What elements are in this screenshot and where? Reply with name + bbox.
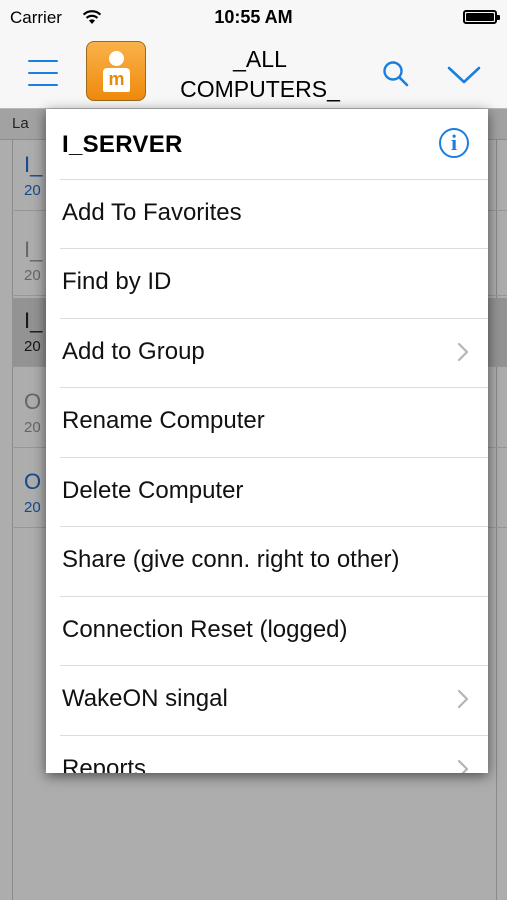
navigation-bar: m _ALL COMPUTERS_ <box>0 36 507 109</box>
divider <box>60 596 488 597</box>
chevron-right-icon <box>457 759 469 773</box>
status-bar: Carrier 10:55 AM <box>0 0 507 36</box>
info-icon[interactable]: i <box>439 128 469 158</box>
menu-item-label: Reports <box>62 755 147 773</box>
menu-item-share[interactable]: Share (give conn. right to other) <box>46 526 488 595</box>
divider <box>60 318 488 319</box>
menu-item-rename-computer[interactable]: Rename Computer <box>46 387 488 456</box>
menu-icon[interactable] <box>28 60 58 86</box>
divider <box>60 179 488 180</box>
menu-item-label: Add to Group <box>62 338 205 365</box>
page-title: _ALL COMPUTERS_ <box>180 46 340 102</box>
divider <box>60 248 488 249</box>
menu-item-add-to-group[interactable]: Add to Group <box>46 318 488 387</box>
divider <box>60 457 488 458</box>
menu-item-wakeon-signal[interactable]: WakeON singal <box>46 665 488 734</box>
chevron-right-icon <box>457 342 469 362</box>
menu-item-find-by-id[interactable]: Find by ID <box>46 248 488 317</box>
divider <box>60 665 488 666</box>
divider <box>60 526 488 527</box>
menu-item-label: Share (give conn. right to other) <box>62 546 400 573</box>
menu-item-label: Add To Favorites <box>62 199 242 226</box>
menu-item-reports[interactable]: Reports <box>46 735 488 773</box>
search-icon[interactable] <box>382 60 410 88</box>
menu-item-label: Connection Reset (logged) <box>62 616 348 643</box>
menu-item-add-to-favorites[interactable]: Add To Favorites <box>46 179 488 248</box>
menu-item-label: Rename Computer <box>62 407 265 434</box>
menu-item-label: WakeON singal <box>62 685 228 712</box>
menu-item-label: Delete Computer <box>62 477 244 504</box>
computer-actions-menu: I_SERVER i Add To Favorites Find by ID A… <box>46 109 488 773</box>
divider <box>60 735 488 736</box>
menu-item-delete-computer[interactable]: Delete Computer <box>46 457 488 526</box>
chevron-right-icon <box>457 689 469 709</box>
battery-icon <box>463 10 500 24</box>
menu-header: I_SERVER i <box>46 109 488 179</box>
app-logo-icon[interactable]: m <box>86 41 146 101</box>
menu-item-connection-reset[interactable]: Connection Reset (logged) <box>46 596 488 665</box>
chevron-down-icon[interactable] <box>446 64 482 86</box>
divider <box>60 387 488 388</box>
menu-item-label: Find by ID <box>62 268 172 295</box>
status-time: 10:55 AM <box>214 7 293 27</box>
menu-title: I_SERVER <box>62 131 183 158</box>
